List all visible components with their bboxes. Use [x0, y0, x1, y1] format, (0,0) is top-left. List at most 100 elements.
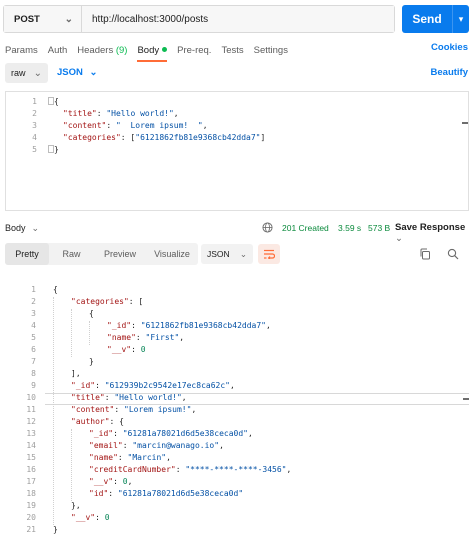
json-sep: : — [95, 381, 105, 390]
code-line: "content": " Lorem ipsum! ", — [63, 121, 208, 130]
response-time[interactable]: 3.59 s — [338, 223, 361, 233]
json-key: "name" — [89, 453, 118, 462]
json-string: "Hello world!" — [114, 393, 182, 402]
code-line: "__v": 0 — [107, 345, 146, 354]
response-body-viewer[interactable]: 1 {2 "categories": [3 {4 "_id": "6121862fb81… — [5, 283, 469, 535]
json-sep: : — [95, 513, 105, 522]
line-number: 2 — [32, 109, 37, 118]
json-end: , — [229, 381, 235, 390]
code-line: "categories": ["6121862fb81e9368cb42dda7… — [63, 133, 265, 142]
code-line: { — [53, 285, 58, 294]
json-sep: : — [96, 109, 107, 118]
chevron-down-icon: ⌄ — [89, 67, 98, 78]
tab-tests[interactable]: Tests — [221, 45, 243, 56]
json-key: "title" — [71, 393, 105, 402]
line-number: 17 — [26, 477, 36, 486]
line-number: 20 — [26, 513, 36, 522]
globe-icon[interactable] — [262, 222, 273, 233]
json-end: , — [179, 333, 185, 342]
tab-pre-request[interactable]: Pre-req. — [177, 45, 211, 56]
code-line: }, — [71, 501, 81, 510]
search-icon[interactable] — [447, 248, 459, 260]
request-body-editor[interactable]: 1 2 3 4 5 { "title": "Hello world!", "co… — [5, 91, 469, 211]
tab-params[interactable]: Params — [5, 45, 38, 56]
json-string: "Lorem ipsum!" — [124, 405, 192, 414]
json-string: "61281a78021d6d5e38ceca0d" — [117, 489, 244, 498]
body-language-label: JSON — [57, 67, 83, 78]
tab-raw[interactable]: Raw — [49, 243, 94, 265]
body-mode-select[interactable]: raw ⌄ — [5, 63, 48, 83]
tab-body[interactable]: Body — [137, 45, 168, 62]
copy-icon[interactable] — [419, 248, 431, 260]
json-sep: : — [175, 465, 186, 474]
json-number: 0 — [140, 345, 146, 354]
beautify-button[interactable]: Beautify — [431, 67, 468, 78]
code-line: "name": "Marcin", — [89, 453, 171, 462]
json-end: , — [219, 441, 224, 450]
json-punctuation: } — [89, 357, 94, 366]
save-response-button[interactable]: Save Response ⌄ — [395, 222, 469, 244]
chevron-down-icon: ⌄ — [64, 13, 73, 25]
tab-preview[interactable]: Preview — [94, 243, 146, 265]
json-key: "content" — [63, 121, 107, 130]
line-number: 7 — [31, 357, 36, 366]
line-number: 19 — [26, 501, 36, 510]
line-number: 3 — [32, 121, 37, 130]
json-end: , — [173, 109, 179, 118]
url-input[interactable]: http://localhost:3000/posts — [82, 6, 394, 32]
response-status[interactable]: 201 Created — [282, 223, 329, 233]
body-language-select[interactable]: JSON ⌄ — [57, 67, 97, 78]
tab-headers[interactable]: Headers (9) — [77, 45, 127, 56]
code-line: } — [89, 357, 94, 366]
tab-settings[interactable]: Settings — [254, 45, 288, 56]
chevron-down-icon: ⌄ — [33, 67, 42, 79]
json-string: "6121862fb81e9368cb42dda7" — [140, 321, 266, 330]
json-key: "id" — [89, 489, 109, 498]
line-number: 8 — [31, 369, 36, 378]
json-sep: : — [114, 405, 124, 414]
tab-auth[interactable]: Auth — [48, 45, 68, 56]
url-text: http://localhost:3000/posts — [92, 13, 209, 25]
json-string: "61281a78021d6d5e38ceca0d" — [122, 429, 248, 438]
chevron-down-icon[interactable]: ⌄ — [32, 223, 40, 234]
send-button[interactable]: Send — [402, 5, 452, 33]
line-number: 13 — [26, 429, 36, 438]
send-options-chevron-icon[interactable]: ▾ — [452, 5, 469, 33]
code-line: "title": "Hello world!", — [63, 109, 179, 118]
code-line: "__v": 0, — [89, 477, 132, 486]
method-label: POST — [14, 13, 40, 25]
code-line: ], — [71, 369, 81, 378]
response-format-select[interactable]: JSON ⌄ — [201, 244, 253, 264]
body-mode-label: raw — [11, 68, 26, 78]
line-number: 5 — [31, 333, 36, 342]
request-bar: POST ⌄ http://localhost:3000/posts — [3, 5, 395, 33]
json-key: "content" — [71, 405, 115, 414]
scroll-marker — [463, 398, 469, 400]
code-line: { — [89, 309, 94, 318]
json-end: , — [265, 321, 271, 330]
code-line: "__v": 0 — [71, 513, 110, 522]
json-sep: : — [131, 321, 141, 330]
cookies-link[interactable]: Cookies — [431, 42, 468, 53]
json-string: "Hello world!" — [106, 109, 174, 118]
line-number: 3 — [31, 309, 36, 318]
method-select[interactable]: POST ⌄ — [4, 6, 82, 32]
json-key: "__v" — [89, 477, 114, 486]
response-format-label: JSON — [207, 249, 230, 259]
save-response-label: Save Response — [395, 222, 466, 233]
json-sep: : — [108, 489, 118, 498]
json-sep: : — [122, 441, 133, 450]
request-tabs: Params Auth Headers (9) Body Pre-req. Te… — [5, 42, 469, 62]
indent-guide — [89, 321, 90, 345]
json-sep: : — [131, 345, 141, 354]
tab-visualize[interactable]: Visualize — [146, 243, 198, 265]
json-sep: : — [117, 453, 128, 462]
json-end: , — [181, 393, 187, 402]
response-body-label[interactable]: Body — [5, 223, 26, 233]
wrap-lines-button[interactable] — [258, 244, 280, 264]
json-string: "****-****-****-3456" — [185, 465, 287, 474]
response-size[interactable]: 573 B — [368, 223, 390, 233]
json-end: , — [286, 465, 292, 474]
tab-pretty[interactable]: Pretty — [5, 243, 49, 265]
json-punctuation: ], — [71, 369, 81, 378]
